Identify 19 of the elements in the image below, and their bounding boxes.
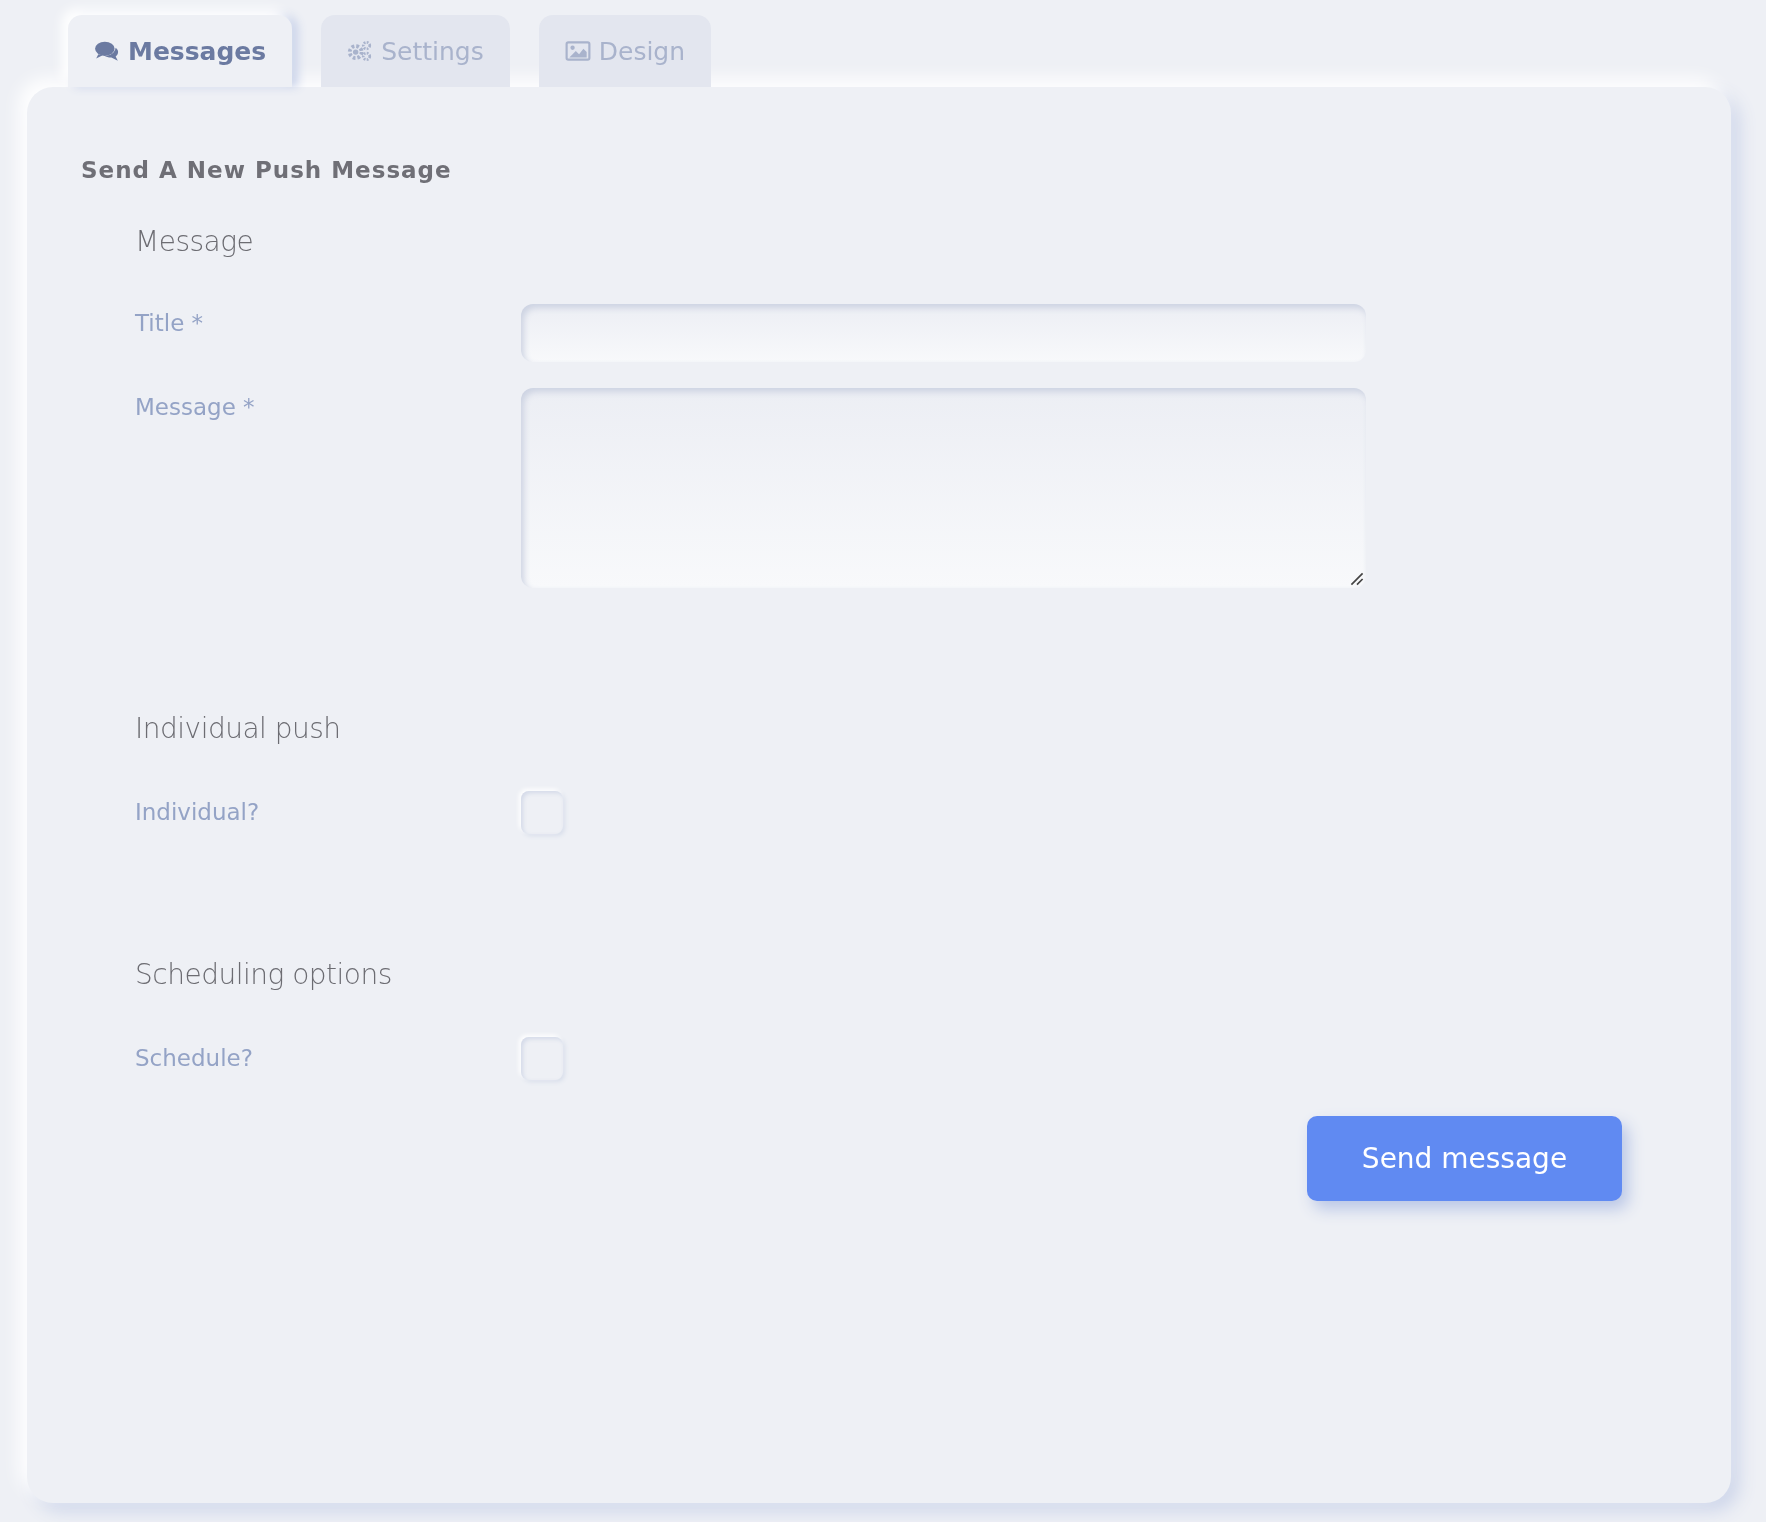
checkbox[interactable]: [521, 1037, 563, 1080]
section-heading: Individual push: [135, 712, 342, 745]
gears-icon: [347, 40, 374, 62]
section-heading: Scheduling options: [135, 958, 393, 991]
chat-bubbles-icon: [94, 40, 120, 62]
field-label: Individual?: [135, 798, 261, 825]
section-heading: Message: [135, 225, 255, 258]
form-title: Send A New Push Message: [81, 157, 453, 183]
field-label: Message *: [135, 393, 256, 420]
image-icon: [564, 40, 591, 62]
title-input[interactable]: [521, 304, 1366, 362]
tab[interactable]: Messages: [68, 15, 293, 87]
tab[interactable]: Design: [538, 15, 712, 87]
field-label: Schedule?: [135, 1044, 254, 1071]
resize-grip-icon[interactable]: [1350, 572, 1364, 586]
send-message-button[interactable]: Send message: [1307, 1116, 1622, 1201]
checkbox[interactable]: [521, 791, 563, 834]
tab[interactable]: Settings: [321, 15, 510, 87]
field-label: Title *: [135, 309, 205, 336]
